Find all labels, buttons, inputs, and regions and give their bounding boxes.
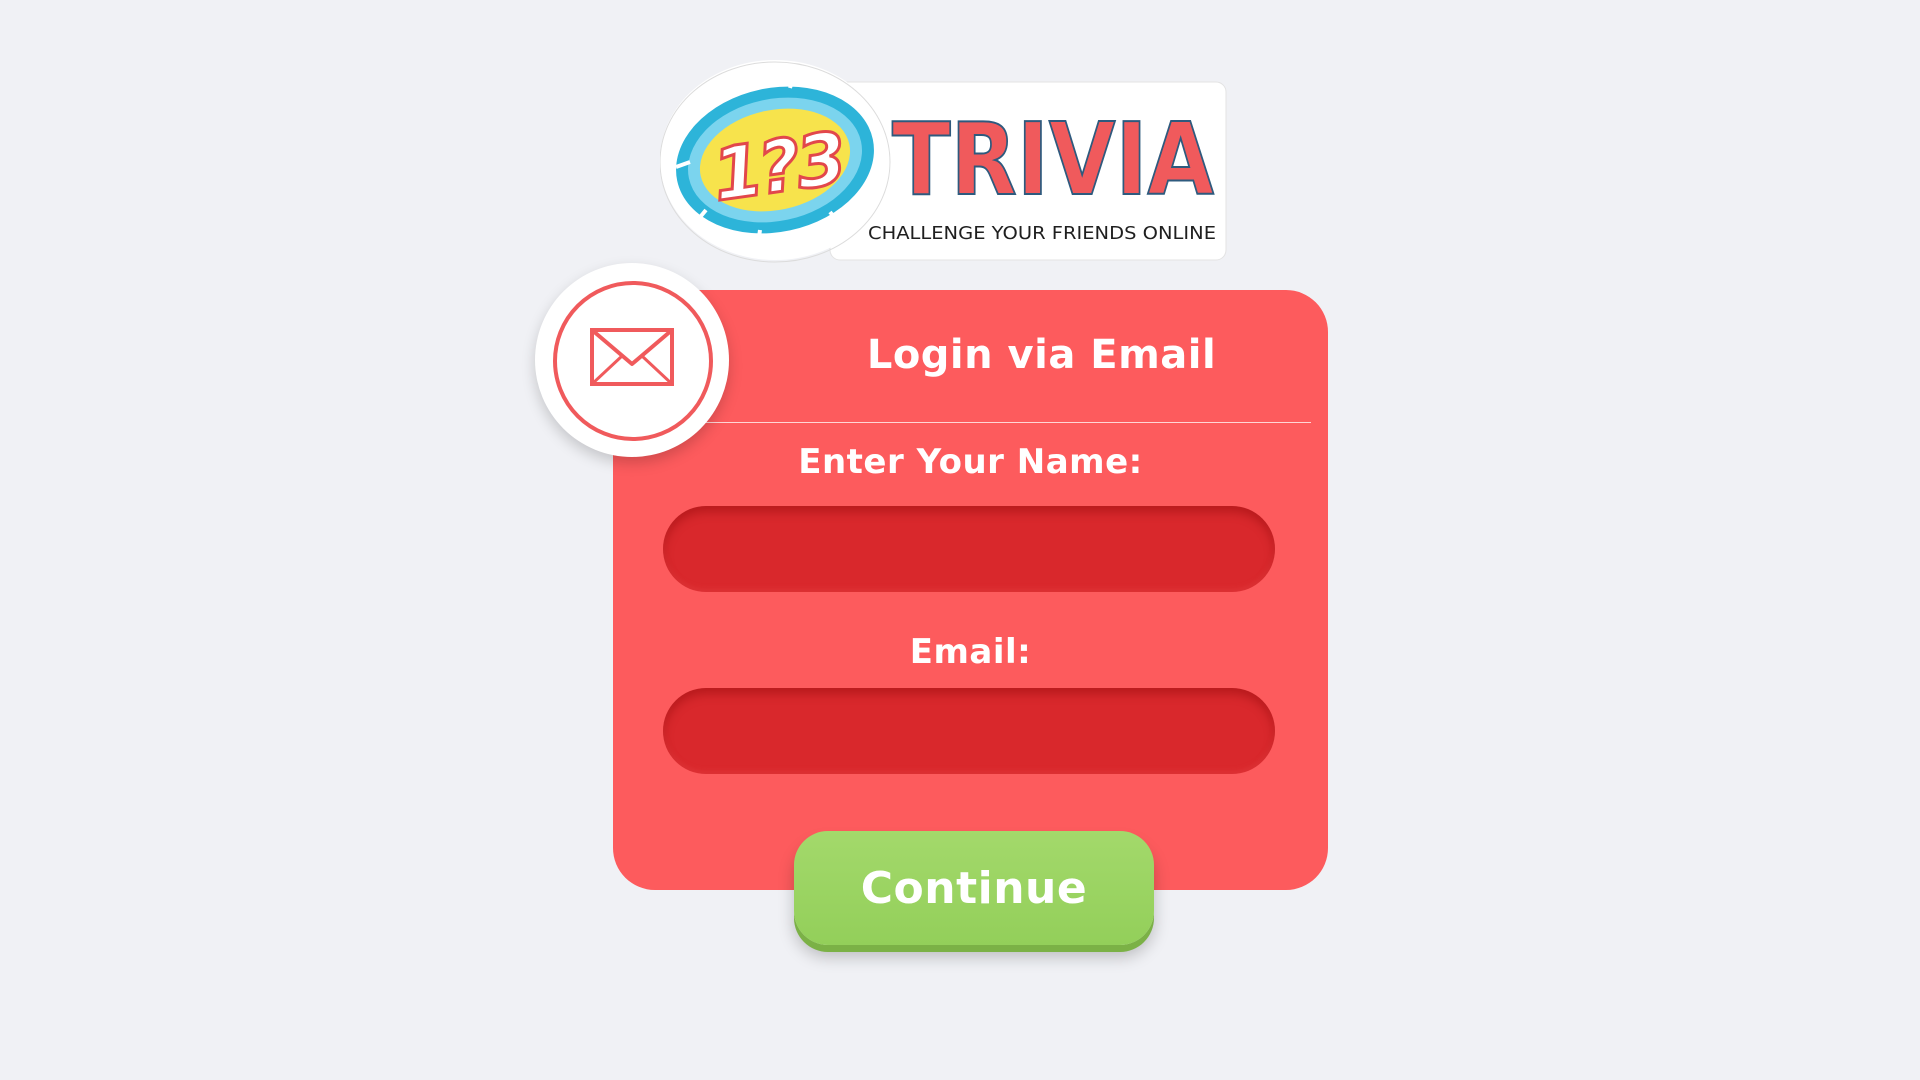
logo-brand: TRIVIA bbox=[892, 101, 1214, 218]
continue-button-label: Continue bbox=[860, 863, 1088, 914]
email-input[interactable] bbox=[663, 688, 1275, 774]
login-screen: 1?3 TRIVIA CHALLENGE YOUR FRIENDS ONLINE… bbox=[0, 0, 1920, 1080]
envelope-icon bbox=[590, 328, 674, 386]
trivia-logo: 1?3 TRIVIA CHALLENGE YOUR FRIENDS ONLINE bbox=[660, 52, 1230, 264]
name-input[interactable] bbox=[663, 506, 1275, 592]
logo-tagline: CHALLENGE YOUR FRIENDS ONLINE bbox=[868, 223, 1216, 244]
title-divider bbox=[703, 422, 1311, 423]
email-label: Email: bbox=[909, 632, 1032, 672]
envelope-badge bbox=[535, 263, 729, 457]
logo-numbers: 1?3 bbox=[707, 116, 847, 217]
name-label: Enter Your Name: bbox=[798, 442, 1143, 482]
continue-button[interactable]: Continue bbox=[794, 831, 1154, 945]
